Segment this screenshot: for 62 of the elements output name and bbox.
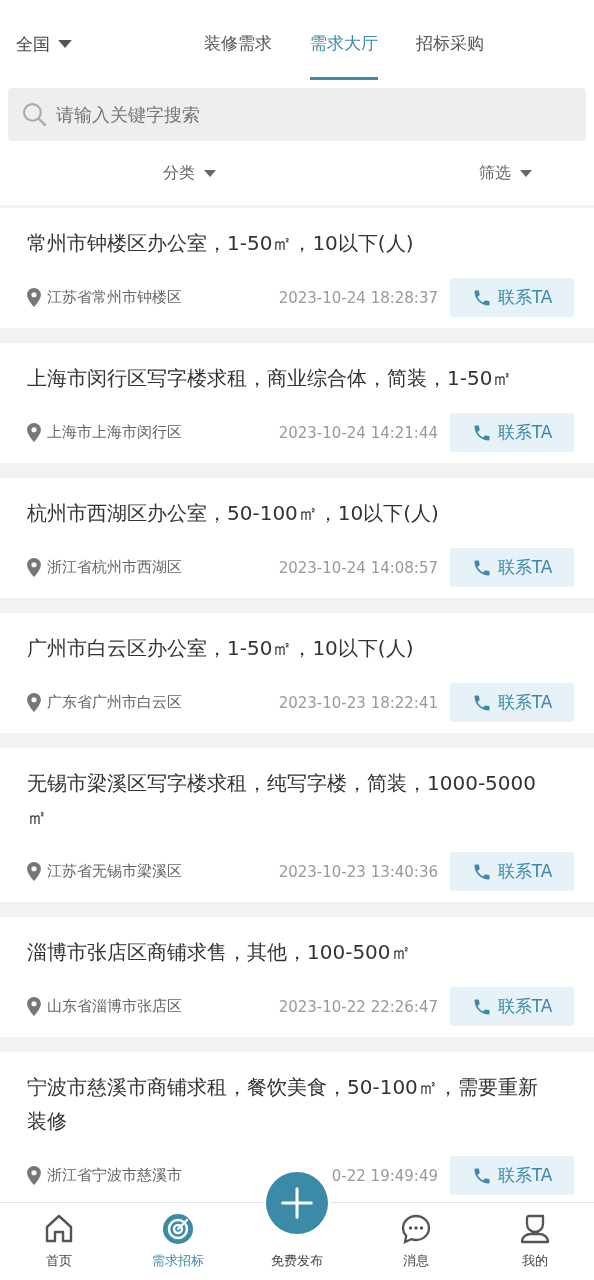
listing-location: 山东省淄博市张店区 (47, 997, 182, 1016)
listing-location: 浙江省宁波市慈溪市 (47, 1166, 182, 1185)
region-dropdown[interactable]: 全国 (0, 30, 166, 58)
listing-date: 2023-10-23 13:40:36 (278, 862, 438, 881)
search-field[interactable]: 请输入关键字搜索 (8, 88, 586, 141)
location-pin-icon (27, 288, 41, 307)
user-icon (518, 1213, 551, 1245)
contact-button[interactable]: 联系TA (450, 987, 574, 1026)
filter-dropdown[interactable]: 筛选 (479, 162, 532, 184)
tab[interactable]: 招标采购 (416, 30, 484, 80)
listing-title: 无锡市梁溪区写字楼求租，纯写字楼，简装，1000-5000㎡ (27, 770, 537, 831)
contact-button[interactable]: 联系TA (450, 548, 574, 587)
location-pin-icon (27, 1166, 41, 1185)
plus-icon (278, 1184, 316, 1222)
target-icon (162, 1213, 195, 1245)
nav-item[interactable]: 首页 (43, 1213, 76, 1270)
listing-title: 宁波市慈溪市商铺求租，餐饮美食，50-100㎡，需要重新装修 (27, 1074, 539, 1135)
listing-card[interactable]: 无锡市梁溪区写字楼求租，纯写字楼，简装，1000-5000㎡ 江苏省无锡市梁溪区 2023-10-23 13:40:36 联系TA (0, 748, 594, 902)
contact-button[interactable]: 联系TA (450, 278, 574, 317)
caret-icon (204, 169, 216, 177)
nav-item[interactable]: 我的 (518, 1213, 551, 1270)
chat-bubble-icon (399, 1213, 432, 1245)
location-pin-icon (27, 558, 41, 577)
listing-location: 广东省广州市白云区 (47, 693, 182, 712)
listing-location: 江苏省常州市钟楼区 (47, 288, 182, 307)
listing-title: 上海市闵行区写字楼求租，商业综合体，简装，1-50㎡ (27, 365, 514, 392)
listing-location: 浙江省杭州市西湖区 (47, 558, 182, 577)
nav-item[interactable]: 消息 (399, 1213, 432, 1270)
listing-date: 2023-10-23 18:22:41 (278, 693, 438, 712)
location-pin-icon (27, 997, 41, 1016)
listing-card[interactable]: 杭州市西湖区办公室，50-100㎡，10以下(人) 浙江省杭州市西湖区 2023-10-24 14:08:57 联系TA (0, 478, 594, 598)
tab[interactable]: 装修需求 (204, 30, 272, 80)
listing-date: 2023-10-24 14:08:57 (278, 558, 438, 577)
contact-button[interactable]: 联系TA (450, 683, 574, 722)
listing-card[interactable]: 常州市钟楼区办公室，1-50㎡，10以下(人) 江苏省常州市钟楼区 2023-10-24 18:28:37 联系TA (0, 208, 594, 328)
caret-icon (58, 40, 72, 48)
location-pin-icon (27, 693, 41, 712)
location-pin-icon (27, 862, 41, 881)
listing-date: 2023-10-24 14:21:44 (278, 423, 438, 442)
listing-date: 2023-10-24 18:28:37 (278, 288, 438, 307)
listing-card[interactable]: 淄博市张店区商铺求售，其他，100-500㎡ 山东省淄博市张店区 2023-10-22 22:26:47 联系TA (0, 917, 594, 1037)
listing-card[interactable]: 宁波市慈溪市商铺求租，餐饮美食，50-100㎡，需要重新装修 浙江省宁波市慈溪市 0-22 19:49:49 联系TA (0, 1052, 594, 1202)
listing-title: 常州市钟楼区办公室，1-50㎡，10以下(人) (27, 230, 415, 257)
listing-card[interactable]: 广州市白云区办公室，1-50㎡，10以下(人) 广东省广州市白云区 2023-10-23 18:22:41 联系TA (0, 613, 594, 733)
listing-location: 江苏省无锡市梁溪区 (47, 862, 182, 881)
listing-card[interactable]: 上海市闵行区写字楼求租，商业综合体，简装，1-50㎡ 上海市上海市闵行区 2023-10-24 14:21:44 联系TA (0, 343, 594, 463)
nav-item[interactable]: 需求招标 (152, 1213, 205, 1270)
nav-item[interactable]: 免费发布 (271, 1252, 323, 1270)
listing-title: 广州市白云区办公室，1-50㎡，10以下(人) (27, 635, 415, 662)
search-icon (22, 102, 47, 127)
listing-date: 2023-10-22 22:26:47 (278, 997, 438, 1016)
location-pin-icon (27, 423, 41, 442)
contact-button[interactable]: 联系TA (450, 1156, 574, 1195)
listing-title: 淄博市张店区商铺求售，其他，100-500㎡ (27, 939, 412, 966)
listing-date: 0-22 19:49:49 (331, 1166, 438, 1185)
contact-button[interactable]: 联系TA (450, 852, 574, 891)
caret-icon (520, 169, 532, 177)
listing-title: 杭州市西湖区办公室，50-100㎡，10以下(人) (27, 500, 440, 527)
tab[interactable]: 需求大厅 (310, 30, 378, 80)
listing-location: 上海市上海市闵行区 (47, 423, 182, 442)
filter-dropdown[interactable]: 分类 (163, 162, 216, 184)
contact-button[interactable]: 联系TA (450, 413, 574, 452)
